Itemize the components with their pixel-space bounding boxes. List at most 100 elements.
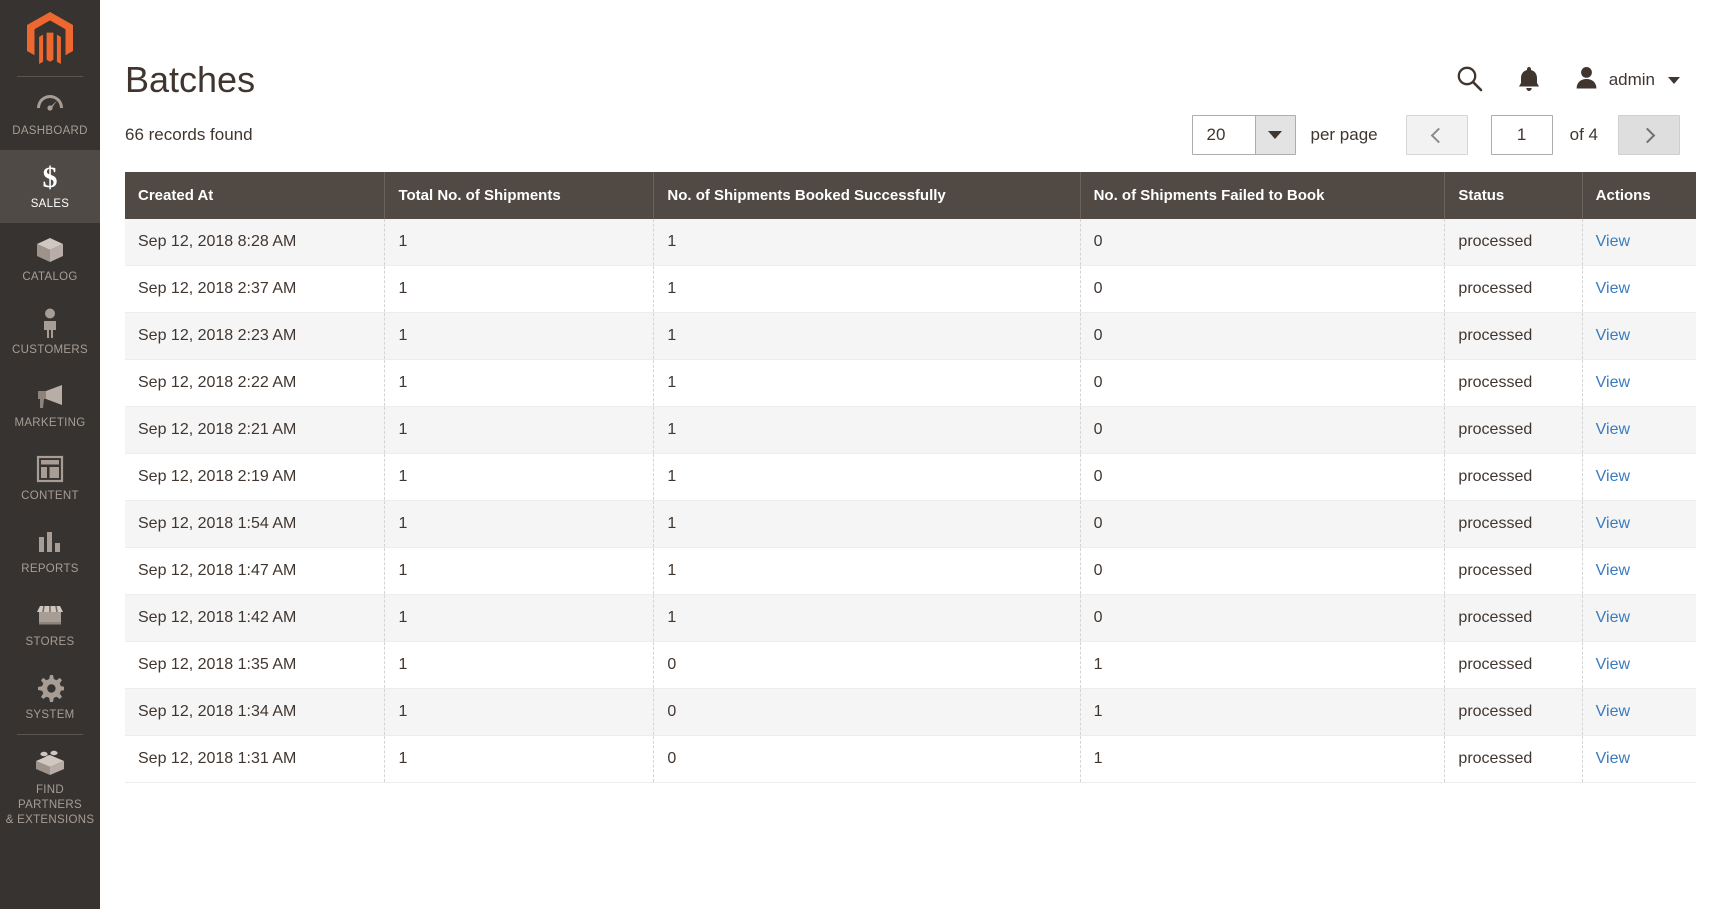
cell-failed-to-book: 1 bbox=[1080, 735, 1446, 783]
view-link[interactable]: View bbox=[1596, 750, 1630, 767]
cell-created-at: Sep 12, 2018 1:42 AM bbox=[125, 594, 386, 642]
previous-page-button[interactable] bbox=[1405, 115, 1468, 155]
search-icon bbox=[1456, 65, 1483, 95]
cell-status: processed bbox=[1444, 500, 1583, 548]
per-page-dropdown-arrow[interactable] bbox=[1254, 116, 1295, 154]
cell-actions: View bbox=[1582, 641, 1696, 689]
column-header-created-at[interactable]: Created At bbox=[125, 172, 386, 219]
cell-created-at: Sep 12, 2018 2:22 AM bbox=[125, 359, 386, 407]
cell-status: processed bbox=[1444, 735, 1583, 783]
page-header: Batches admin bbox=[100, 0, 1724, 100]
sidebar-item-catalog[interactable]: CATALOG bbox=[0, 223, 100, 296]
cell-booked-successfully: 0 bbox=[653, 641, 1081, 689]
cell-total-shipments: 1 bbox=[384, 219, 655, 266]
header-actions: admin bbox=[1456, 65, 1698, 95]
table-row[interactable]: Sep 12, 2018 8:28 AM 1 1 0 processed View bbox=[125, 219, 1696, 266]
cell-created-at: Sep 12, 2018 2:21 AM bbox=[125, 406, 386, 454]
sidebar-item-reports[interactable]: REPORTS bbox=[0, 515, 100, 588]
table-row[interactable]: Sep 12, 2018 1:42 AM 1 1 0 processed View bbox=[125, 594, 1696, 642]
cell-status: processed bbox=[1444, 265, 1583, 313]
cell-booked-successfully: 1 bbox=[653, 312, 1081, 360]
cell-booked-successfully: 1 bbox=[653, 594, 1081, 642]
notifications-button[interactable] bbox=[1517, 66, 1541, 95]
table-row[interactable]: Sep 12, 2018 1:34 AM 1 0 1 processed View bbox=[125, 688, 1696, 736]
view-link[interactable]: View bbox=[1596, 421, 1630, 438]
cell-total-shipments: 1 bbox=[384, 500, 655, 548]
column-header-actions: Actions bbox=[1582, 172, 1696, 219]
view-link[interactable]: View bbox=[1596, 280, 1630, 297]
cell-status: processed bbox=[1444, 547, 1583, 595]
sidebar-item-sales[interactable]: $ SALES bbox=[0, 150, 100, 223]
chevron-down-icon bbox=[1268, 131, 1283, 139]
view-link[interactable]: View bbox=[1596, 374, 1630, 391]
next-page-button[interactable] bbox=[1618, 115, 1680, 155]
cell-booked-successfully: 1 bbox=[653, 500, 1081, 548]
admin-page: DASHBOARD $ SALES CATALOG CUSTOMERS MARK… bbox=[0, 0, 1724, 909]
sidebar-item-label: SALES bbox=[30, 198, 70, 210]
cell-booked-successfully: 1 bbox=[653, 453, 1081, 501]
sidebar-item-label-line1: FIND PARTNERS bbox=[18, 784, 82, 811]
sidebar-item-customers[interactable]: CUSTOMERS bbox=[0, 296, 100, 369]
cell-failed-to-book: 0 bbox=[1080, 265, 1446, 313]
cell-actions: View bbox=[1582, 265, 1696, 313]
view-link[interactable]: View bbox=[1596, 468, 1630, 485]
table-row[interactable]: Sep 12, 2018 1:47 AM 1 1 0 processed View bbox=[125, 547, 1696, 595]
view-link[interactable]: View bbox=[1596, 703, 1630, 720]
cell-actions: View bbox=[1582, 453, 1696, 501]
cell-total-shipments: 1 bbox=[384, 453, 655, 501]
sidebar-item-content[interactable]: CONTENT bbox=[0, 442, 100, 515]
sidebar-item-dashboard[interactable]: DASHBOARD bbox=[0, 77, 100, 150]
table-row[interactable]: Sep 12, 2018 1:35 AM 1 0 1 processed View bbox=[125, 641, 1696, 689]
cell-actions: View bbox=[1582, 688, 1696, 736]
view-link[interactable]: View bbox=[1596, 515, 1630, 532]
table-row[interactable]: Sep 12, 2018 1:31 AM 1 0 1 processed View bbox=[125, 735, 1696, 783]
per-page-select[interactable]: 20 bbox=[1191, 115, 1296, 155]
table-row[interactable]: Sep 12, 2018 2:22 AM 1 1 0 processed View bbox=[125, 359, 1696, 407]
view-link[interactable]: View bbox=[1596, 327, 1630, 344]
admin-menu[interactable]: admin bbox=[1575, 66, 1680, 94]
magento-logo[interactable] bbox=[0, 0, 100, 76]
view-link[interactable]: View bbox=[1596, 609, 1630, 626]
view-link[interactable]: View bbox=[1596, 562, 1630, 579]
cell-failed-to-book: 1 bbox=[1080, 688, 1446, 736]
search-button[interactable] bbox=[1456, 65, 1483, 95]
sidebar-item-marketing[interactable]: MARKETING bbox=[0, 369, 100, 442]
column-header-booked-successfully[interactable]: No. of Shipments Booked Successfully bbox=[653, 172, 1081, 219]
table-row[interactable]: Sep 12, 2018 2:23 AM 1 1 0 processed View bbox=[125, 312, 1696, 360]
sidebar-item-system[interactable]: SYSTEM bbox=[0, 661, 100, 734]
cell-failed-to-book: 0 bbox=[1080, 219, 1446, 266]
cell-status: processed bbox=[1444, 594, 1583, 642]
page-title: Batches bbox=[125, 59, 256, 100]
sidebar-item-stores[interactable]: STORES bbox=[0, 588, 100, 661]
table-row[interactable]: Sep 12, 2018 2:21 AM 1 1 0 processed View bbox=[125, 406, 1696, 454]
page-number-input[interactable] bbox=[1490, 115, 1553, 155]
column-header-total-shipments[interactable]: Total No. of Shipments bbox=[384, 172, 655, 219]
column-header-failed-to-book[interactable]: No. of Shipments Failed to Book bbox=[1080, 172, 1446, 219]
cell-actions: View bbox=[1582, 406, 1696, 454]
table-row[interactable]: Sep 12, 2018 1:54 AM 1 1 0 processed View bbox=[125, 500, 1696, 548]
cell-actions: View bbox=[1582, 594, 1696, 642]
table-row[interactable]: Sep 12, 2018 2:37 AM 1 1 0 processed View bbox=[125, 265, 1696, 313]
batches-grid-container: Created At Total No. of Shipments No. of… bbox=[100, 172, 1724, 783]
cell-created-at: Sep 12, 2018 1:31 AM bbox=[125, 735, 386, 783]
cell-actions: View bbox=[1582, 500, 1696, 548]
cell-actions: View bbox=[1582, 547, 1696, 595]
lego-brick-icon bbox=[4, 747, 96, 779]
view-link[interactable]: View bbox=[1596, 656, 1630, 673]
cell-booked-successfully: 1 bbox=[653, 265, 1081, 313]
table-row[interactable]: Sep 12, 2018 2:19 AM 1 1 0 processed View bbox=[125, 453, 1696, 501]
cell-total-shipments: 1 bbox=[384, 312, 655, 360]
cell-failed-to-book: 0 bbox=[1080, 406, 1446, 454]
column-header-status[interactable]: Status bbox=[1444, 172, 1583, 219]
cell-total-shipments: 1 bbox=[384, 406, 655, 454]
cell-status: processed bbox=[1444, 688, 1583, 736]
grid-header: Created At Total No. of Shipments No. of… bbox=[125, 172, 1696, 219]
dashboard-gauge-icon bbox=[4, 88, 96, 120]
view-link[interactable]: View bbox=[1596, 233, 1630, 250]
batches-grid: Created At Total No. of Shipments No. of… bbox=[125, 172, 1696, 783]
sidebar-item-find-partners-extensions[interactable]: FIND PARTNERS & EXTENSIONS bbox=[0, 735, 100, 840]
records-found-label: 66 records found bbox=[125, 125, 253, 144]
sidebar-item-label: CONTENT bbox=[21, 490, 79, 502]
sidebar-item-label: SYSTEM bbox=[25, 709, 75, 721]
cell-failed-to-book: 0 bbox=[1080, 359, 1446, 407]
